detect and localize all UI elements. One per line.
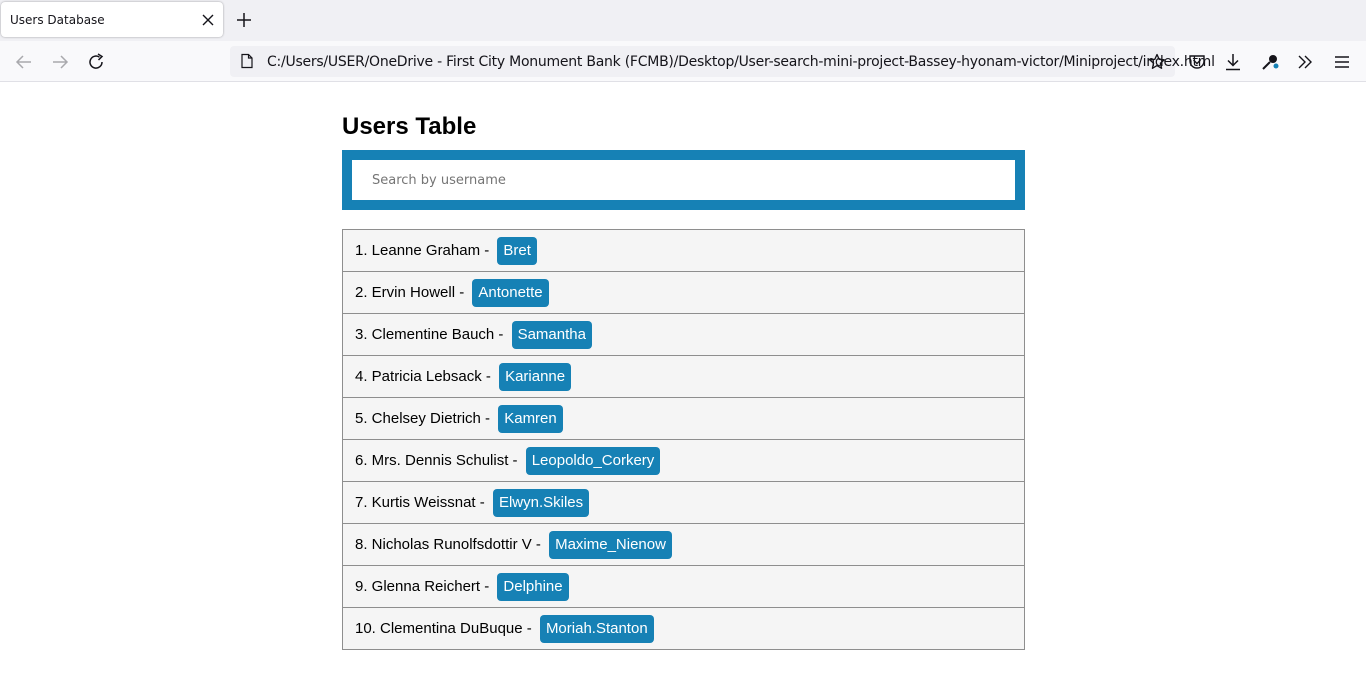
star-icon[interactable] xyxy=(1147,52,1167,72)
username-badge: Leopoldo_Corkery xyxy=(525,446,661,475)
list-item: 9. Glenna Reichert - Delphine xyxy=(343,566,1024,608)
pocket-icon[interactable] xyxy=(1186,51,1208,73)
arrow-left-icon[interactable] xyxy=(13,51,35,73)
username-badge: Karianne xyxy=(499,362,572,391)
hamburger-menu-icon[interactable] xyxy=(1331,51,1353,73)
username-badge: Maxime_Nienow xyxy=(549,530,672,559)
user-name: 7. Kurtis Weissnat - xyxy=(355,494,489,511)
tab-title: Users Database xyxy=(10,13,105,27)
list-item: 1. Leanne Graham - Bret xyxy=(343,230,1024,272)
user-name: 5. Chelsey Dietrich - xyxy=(355,410,495,427)
search-container xyxy=(342,150,1025,210)
username-badge: Bret xyxy=(497,236,537,265)
tab-users-database[interactable]: Users Database xyxy=(1,2,223,37)
tab-strip: Users Database xyxy=(0,0,1366,41)
user-name: 3. Clementine Bauch - xyxy=(355,326,508,343)
username-badge: Moriah.Stanton xyxy=(539,614,654,643)
user-name: 9. Glenna Reichert - xyxy=(355,578,494,595)
user-name: 2. Ervin Howell - xyxy=(355,284,469,301)
plus-icon[interactable] xyxy=(233,9,255,31)
search-input[interactable] xyxy=(352,160,1015,200)
extension-icon[interactable] xyxy=(1259,51,1281,73)
list-item: 3. Clementine Bauch - Samantha xyxy=(343,314,1024,356)
list-item: 8. Nicholas Runolfsdottir V - Maxime_Nie… xyxy=(343,524,1024,566)
page-title: Users Table xyxy=(342,113,477,140)
close-icon[interactable] xyxy=(198,10,218,30)
arrow-right-icon[interactable] xyxy=(49,51,71,73)
list-item: 2. Ervin Howell - Antonette xyxy=(343,272,1024,314)
reload-icon[interactable] xyxy=(85,51,107,73)
address-bar[interactable]: C:/Users/USER/OneDrive - First City Monu… xyxy=(230,46,1215,77)
user-name: 10. Clementina DuBuque - xyxy=(355,620,536,637)
user-name: 1. Leanne Graham - xyxy=(355,242,494,259)
username-badge: Samantha xyxy=(511,320,592,349)
url-text[interactable]: C:/Users/USER/OneDrive - First City Monu… xyxy=(267,54,1215,70)
chevrons-right-icon[interactable] xyxy=(1294,51,1316,73)
list-item: 5. Chelsey Dietrich - Kamren xyxy=(343,398,1024,440)
user-list: 1. Leanne Graham - Bret 2. Ervin Howell … xyxy=(342,229,1025,650)
user-name: 6. Mrs. Dennis Schulist - xyxy=(355,452,522,469)
list-item: 4. Patricia Lebsack - Karianne xyxy=(343,356,1024,398)
username-badge: Elwyn.Skiles xyxy=(492,488,590,517)
user-name: 4. Patricia Lebsack - xyxy=(355,368,496,385)
download-icon[interactable] xyxy=(1222,51,1244,73)
page-icon xyxy=(241,53,253,69)
username-badge: Antonette xyxy=(472,278,549,307)
user-name: 8. Nicholas Runolfsdottir V - xyxy=(355,536,546,553)
username-badge: Kamren xyxy=(498,404,563,433)
list-item: 10. Clementina DuBuque - Moriah.Stanton xyxy=(343,608,1024,650)
username-badge: Delphine xyxy=(497,572,569,601)
navigation-toolbar: C:/Users/USER/OneDrive - First City Monu… xyxy=(0,41,1366,82)
list-item: 7. Kurtis Weissnat - Elwyn.Skiles xyxy=(343,482,1024,524)
list-item: 6. Mrs. Dennis Schulist - Leopoldo_Corke… xyxy=(343,440,1024,482)
